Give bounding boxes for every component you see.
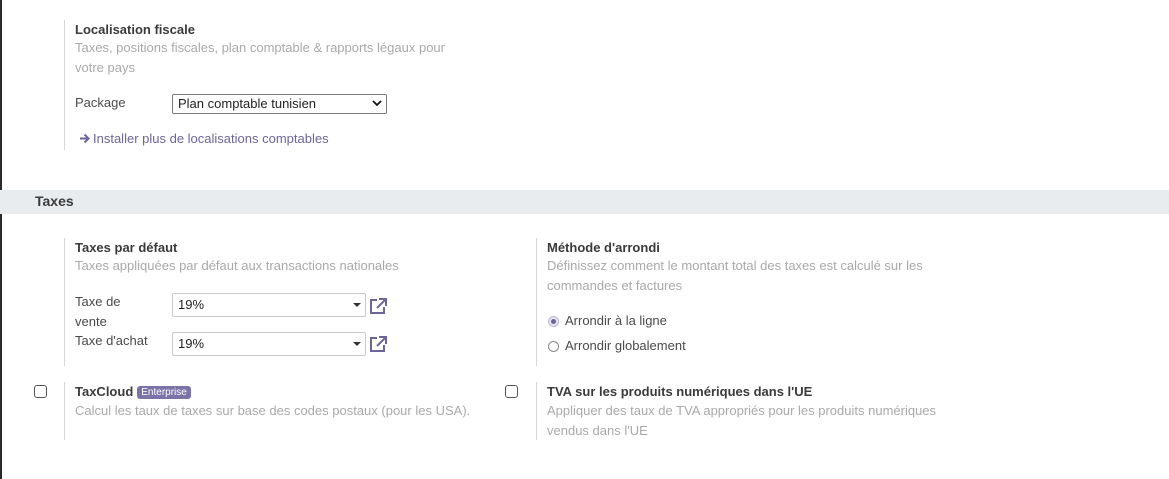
- arrow-right-icon: [80, 133, 90, 144]
- taxcloud-title: TaxCloud Enterprise: [75, 384, 191, 399]
- setting-divider: [64, 238, 65, 366]
- taxes-section-title: Taxes: [35, 193, 74, 209]
- setting-divider: [64, 20, 65, 150]
- external-link-icon[interactable]: [368, 297, 388, 315]
- taxes-section-band: [0, 190, 1169, 214]
- round-per-line-radio[interactable]: [548, 316, 559, 327]
- setting-divider: [536, 238, 537, 366]
- eu-digital-vat-checkbox[interactable]: [505, 385, 518, 398]
- eu-digital-vat-description: Appliquer des taux de TVA appropriés pou…: [547, 403, 937, 438]
- setting-divider: [536, 382, 537, 440]
- default-taxes-description: Taxes appliquées par défaut aux transact…: [75, 258, 399, 273]
- purchase-tax-field[interactable]: 19%: [172, 332, 366, 356]
- round-globally-radio[interactable]: [548, 341, 559, 352]
- install-more-localizations-label: Installer plus de localisations comptabl…: [93, 131, 329, 146]
- eu-digital-vat-title: TVA sur les produits numériques dans l'U…: [547, 384, 813, 399]
- caret-down-icon: [353, 342, 361, 346]
- rounding-method-description: Définissez comment le montant total des …: [547, 258, 923, 293]
- fiscal-localization-description: Taxes, positions fiscales, plan comptabl…: [75, 40, 445, 75]
- fiscal-localization-title: Localisation fiscale: [75, 22, 195, 37]
- taxcloud-description: Calcul les taux de taxes sur base des co…: [75, 403, 471, 418]
- default-taxes-title: Taxes par défaut: [75, 240, 178, 255]
- settings-page: Localisation fiscale Taxes, positions fi…: [0, 0, 1169, 479]
- taxcloud-title-text: TaxCloud: [75, 384, 134, 399]
- chevron-down-icon: [372, 100, 382, 107]
- rounding-method-title: Méthode d'arrondi: [547, 240, 660, 255]
- sale-tax-value: 19%: [178, 297, 205, 312]
- package-select[interactable]: Plan comptable tunisien: [172, 94, 387, 114]
- package-label: Package: [75, 95, 126, 110]
- purchase-tax-value: 19%: [178, 336, 205, 351]
- caret-down-icon: [353, 303, 361, 307]
- purchase-tax-label: Taxe d'achat: [75, 333, 148, 348]
- taxcloud-checkbox[interactable]: [34, 385, 47, 398]
- external-link-icon[interactable]: [368, 335, 388, 353]
- window-left-border: [0, 0, 2, 479]
- setting-divider: [64, 382, 65, 440]
- install-more-localizations-link[interactable]: Installer plus de localisations comptabl…: [79, 131, 329, 146]
- sale-tax-label: Taxe de vente: [75, 294, 121, 329]
- sale-tax-field[interactable]: 19%: [172, 293, 366, 317]
- round-per-line-label[interactable]: Arrondir à la ligne: [565, 311, 667, 331]
- round-globally-label[interactable]: Arrondir globalement: [565, 336, 686, 356]
- package-select-value: Plan comptable tunisien: [178, 96, 317, 111]
- enterprise-badge: Enterprise: [137, 386, 191, 399]
